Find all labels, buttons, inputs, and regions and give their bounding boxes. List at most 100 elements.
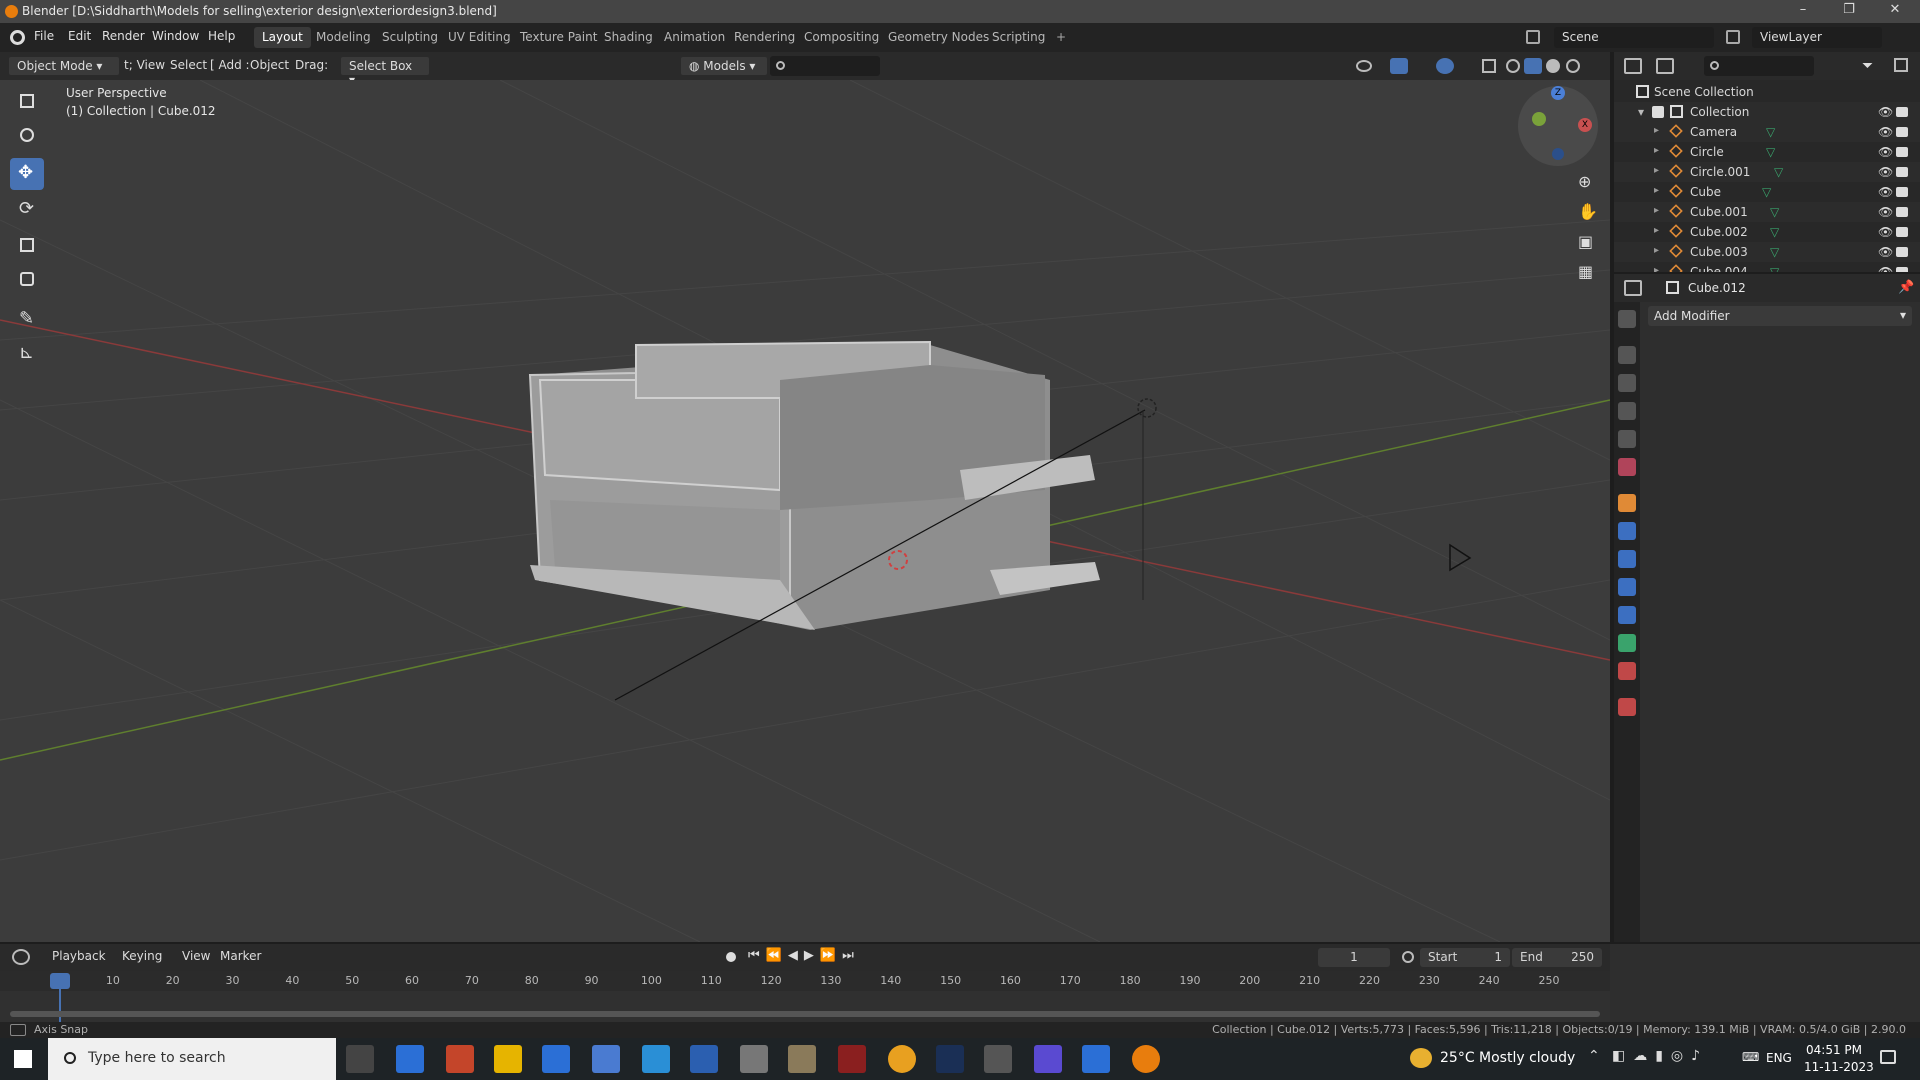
render-camera-icon[interactable] xyxy=(1896,247,1908,257)
ortho-grid-icon[interactable]: ▦ xyxy=(1578,262,1593,281)
mesh-data-icon[interactable]: ▽ xyxy=(1766,145,1775,159)
eye-icon[interactable]: 👁 xyxy=(1878,145,1893,159)
camera-object-icon[interactable] xyxy=(1449,543,1472,572)
rotate-tool-icon[interactable]: ⟳ xyxy=(10,194,44,226)
mail-icon[interactable] xyxy=(542,1045,570,1073)
outliner-item-row[interactable]: ▸ Cube ▽ 👁 xyxy=(1614,182,1920,202)
render-camera-icon[interactable] xyxy=(1896,267,1908,272)
close-button[interactable]: ✕ xyxy=(1872,2,1918,21)
cursor-tool-icon[interactable] xyxy=(10,120,44,152)
gizmo-x-axis[interactable]: X xyxy=(1578,118,1592,132)
tab-sculpting[interactable]: Sculpting xyxy=(374,27,446,48)
expand-arrow-icon[interactable]: ▸ xyxy=(1654,185,1659,196)
menu-help[interactable]: Help xyxy=(208,29,235,43)
camera-view-icon[interactable]: ▣ xyxy=(1578,232,1593,251)
outliner-item-row[interactable]: ▸ Cube.003 ▽ 👁 xyxy=(1614,242,1920,262)
scene-tab-icon[interactable] xyxy=(1618,430,1636,448)
render-camera-icon[interactable] xyxy=(1896,127,1908,137)
tab-layout[interactable]: Layout xyxy=(254,27,311,48)
modifier-tab-icon[interactable] xyxy=(1618,522,1636,540)
tab-modeling[interactable]: Modeling xyxy=(308,27,379,48)
app4-icon[interactable] xyxy=(984,1045,1012,1073)
clock-date[interactable]: 11-11-2023 xyxy=(1804,1060,1874,1074)
add-workspace-button[interactable]: + xyxy=(1048,27,1074,48)
gizmo-z-axis[interactable]: Z xyxy=(1551,86,1565,100)
weather-text[interactable]: 25°C Mostly cloudy xyxy=(1440,1050,1575,1066)
mesh-data-icon[interactable]: ▽ xyxy=(1770,245,1779,259)
vivaldi-icon[interactable] xyxy=(396,1045,424,1073)
playback-menu[interactable]: Playback xyxy=(52,949,106,963)
render-camera-icon[interactable] xyxy=(1896,227,1908,237)
select-menu[interactable]: Select xyxy=(170,58,207,72)
app-icon[interactable] xyxy=(642,1045,670,1073)
view-layer-tab-icon[interactable] xyxy=(1618,402,1636,420)
playback-controls-icon[interactable]: ⏮⏪◀▶⏩⏭ xyxy=(748,948,860,963)
expand-arrow-icon[interactable]: ▸ xyxy=(1654,265,1659,272)
search-field[interactable] xyxy=(770,56,880,76)
tab-texture-paint[interactable]: Texture Paint xyxy=(512,27,605,48)
view-layer-field[interactable]: ViewLayer xyxy=(1752,27,1882,48)
keying-menu[interactable]: Keying xyxy=(122,949,162,963)
tab-geometry-nodes[interactable]: Geometry Nodes xyxy=(880,27,997,48)
file-explorer-icon[interactable] xyxy=(494,1045,522,1073)
tab-shading[interactable]: Shading xyxy=(596,27,661,48)
visibility-icon[interactable] xyxy=(1356,60,1372,72)
measure-tool-icon[interactable]: ⊾ xyxy=(10,338,44,370)
gizmo-toggle-icon[interactable] xyxy=(1390,58,1408,74)
tray-icons[interactable]: ◧☁▮◎♪ xyxy=(1612,1048,1708,1064)
render-camera-icon[interactable] xyxy=(1896,107,1908,117)
annotate-tool-icon[interactable]: ✎ xyxy=(10,304,44,336)
add-menu[interactable]: [ Add : xyxy=(210,58,250,72)
physics-tab-icon[interactable] xyxy=(1618,578,1636,596)
tab-uv-editing[interactable]: UV Editing xyxy=(440,27,519,48)
render-camera-icon[interactable] xyxy=(1896,207,1908,217)
eye-icon[interactable]: 👁 xyxy=(1878,225,1893,239)
clock-time[interactable]: 04:51 PM xyxy=(1806,1043,1862,1057)
end-frame-field[interactable]: End 250 xyxy=(1512,948,1602,967)
menu-render[interactable]: Render xyxy=(102,29,145,43)
mesh-data-icon[interactable]: ▽ xyxy=(1770,265,1779,272)
eye-icon[interactable]: 👁 xyxy=(1878,125,1893,139)
3d-viewport[interactable]: User Perspective (1) Collection | Cube.0… xyxy=(0,80,1610,942)
new-collection-icon[interactable] xyxy=(1894,58,1908,72)
scene-field[interactable]: Scene xyxy=(1554,27,1714,48)
outliner-item-row[interactable]: ▸ Cube.004 ▽ 👁 xyxy=(1614,262,1920,272)
expand-arrow-icon[interactable]: ▸ xyxy=(1654,165,1659,176)
wireframe-shading-icon[interactable] xyxy=(1506,59,1520,73)
menu-edit[interactable]: Edit xyxy=(68,29,91,43)
expand-arrow-icon[interactable]: ▸ xyxy=(1654,225,1659,236)
render-camera-icon[interactable] xyxy=(1896,147,1908,157)
mesh-data-icon[interactable]: ▽ xyxy=(1770,205,1779,219)
view-menu[interactable]: t; View xyxy=(124,58,165,72)
chrome-icon[interactable] xyxy=(888,1045,916,1073)
xray-icon[interactable] xyxy=(1482,59,1496,73)
transform-tool-icon[interactable] xyxy=(10,264,44,296)
tab-animation[interactable]: Animation xyxy=(656,27,733,48)
tray-chevron-icon[interactable]: ⌃ xyxy=(1588,1048,1600,1064)
render-camera-icon[interactable] xyxy=(1896,167,1908,177)
view-menu-timeline[interactable]: View xyxy=(182,949,210,963)
powerpoint-icon[interactable] xyxy=(446,1045,474,1073)
photoshop-icon[interactable] xyxy=(936,1045,964,1073)
blender-taskbar-icon[interactable] xyxy=(1132,1045,1160,1073)
timeline-editor-icon[interactable] xyxy=(12,949,30,965)
minimize-button[interactable]: – xyxy=(1780,2,1826,21)
rendered-shading-icon[interactable] xyxy=(1566,59,1580,73)
pin-icon[interactable]: 📌 xyxy=(1898,280,1914,295)
outliner-search-field[interactable] xyxy=(1704,56,1814,76)
menu-window[interactable]: Window xyxy=(152,29,199,43)
collection-row[interactable]: ▾ Collection 👁 xyxy=(1614,102,1920,122)
outliner-item-row[interactable]: ▸ Circle ▽ 👁 xyxy=(1614,142,1920,162)
tab-compositing[interactable]: Compositing xyxy=(796,27,887,48)
output-tab-icon[interactable] xyxy=(1618,374,1636,392)
app6-icon[interactable] xyxy=(1082,1045,1110,1073)
tab-rendering[interactable]: Rendering xyxy=(726,27,803,48)
language-indicator[interactable]: ENG xyxy=(1766,1051,1792,1065)
properties-editor-icon[interactable] xyxy=(1624,280,1642,296)
outliner-item-row[interactable]: ▸ Cube.002 ▽ 👁 xyxy=(1614,222,1920,242)
timeline-scrollbar[interactable] xyxy=(10,1011,1600,1017)
windows-start-icon[interactable] xyxy=(14,1050,32,1068)
scene-collection-row[interactable]: Scene Collection xyxy=(1614,82,1920,102)
app2-icon[interactable] xyxy=(740,1045,768,1073)
expand-arrow-icon[interactable]: ▸ xyxy=(1654,125,1659,136)
